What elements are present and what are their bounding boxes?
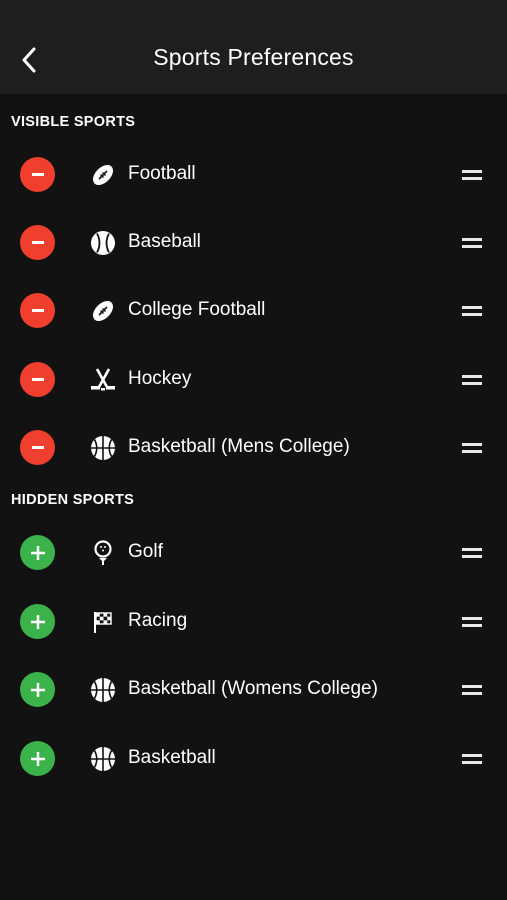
remove-sport-button[interactable] (20, 362, 55, 397)
sport-label: Football (128, 163, 196, 184)
minus-icon (31, 378, 44, 381)
football-icon (92, 300, 114, 322)
sport-label: College Football (128, 299, 266, 320)
plus-icon (30, 545, 45, 560)
golf-icon (94, 540, 112, 565)
page-title: Sports Preferences (153, 44, 354, 70)
add-sport-button[interactable] (20, 741, 55, 776)
remove-sport-button[interactable] (20, 225, 55, 260)
sport-row-basketball-womens-college: Basketball (Womens College) (0, 656, 507, 724)
plus-icon (30, 682, 45, 697)
sport-row-basketball-mens-college: Basketball (Mens College) (0, 414, 507, 482)
add-sport-button[interactable] (20, 535, 55, 570)
drag-handle-icon[interactable] (458, 543, 486, 563)
sport-row-football: Football (0, 141, 507, 209)
plus-icon (30, 614, 45, 629)
baseball-icon (91, 231, 115, 255)
sport-row-baseball: Baseball (0, 209, 507, 277)
football-icon (92, 164, 114, 186)
plus-icon (30, 751, 45, 766)
racing-flag-icon (94, 612, 112, 633)
nav-header: Sports Preferences (0, 0, 507, 94)
drag-handle-icon[interactable] (458, 438, 486, 458)
add-sport-button[interactable] (20, 672, 55, 707)
hockey-icon (91, 368, 115, 391)
drag-handle-icon[interactable] (458, 612, 486, 632)
drag-handle-icon[interactable] (458, 233, 486, 253)
sport-label: Basketball (128, 747, 216, 768)
remove-sport-button[interactable] (20, 430, 55, 465)
basketball-icon (91, 436, 115, 460)
minus-icon (31, 241, 44, 244)
sport-label: Golf (128, 541, 163, 562)
sport-label: Racing (128, 610, 188, 631)
remove-sport-button[interactable] (20, 157, 55, 192)
drag-handle-icon[interactable] (458, 301, 486, 321)
sport-row-golf: Golf (0, 519, 507, 587)
drag-handle-icon[interactable] (458, 370, 486, 390)
sport-row-college-football: College Football (0, 277, 507, 345)
drag-handle-icon[interactable] (458, 749, 486, 769)
drag-handle-icon[interactable] (458, 165, 486, 185)
sport-label: Hockey (128, 368, 192, 389)
sport-row-basketball: Basketball (0, 725, 507, 793)
visible-sports-heading: VISIBLE SPORTS (11, 114, 136, 130)
sport-row-hockey: Hockey (0, 346, 507, 414)
basketball-icon (91, 678, 115, 702)
drag-handle-icon[interactable] (458, 680, 486, 700)
hidden-sports-heading: HIDDEN SPORTS (11, 492, 135, 508)
basketball-icon (91, 747, 115, 771)
remove-sport-button[interactable] (20, 293, 55, 328)
minus-icon (31, 309, 44, 312)
minus-icon (31, 446, 44, 449)
minus-icon (31, 173, 44, 176)
add-sport-button[interactable] (20, 604, 55, 639)
sport-label: Baseball (128, 231, 201, 252)
sport-label: Basketball (Womens College) (128, 678, 378, 699)
sport-label: Basketball (Mens College) (128, 436, 350, 457)
sport-row-racing: Racing (0, 588, 507, 656)
